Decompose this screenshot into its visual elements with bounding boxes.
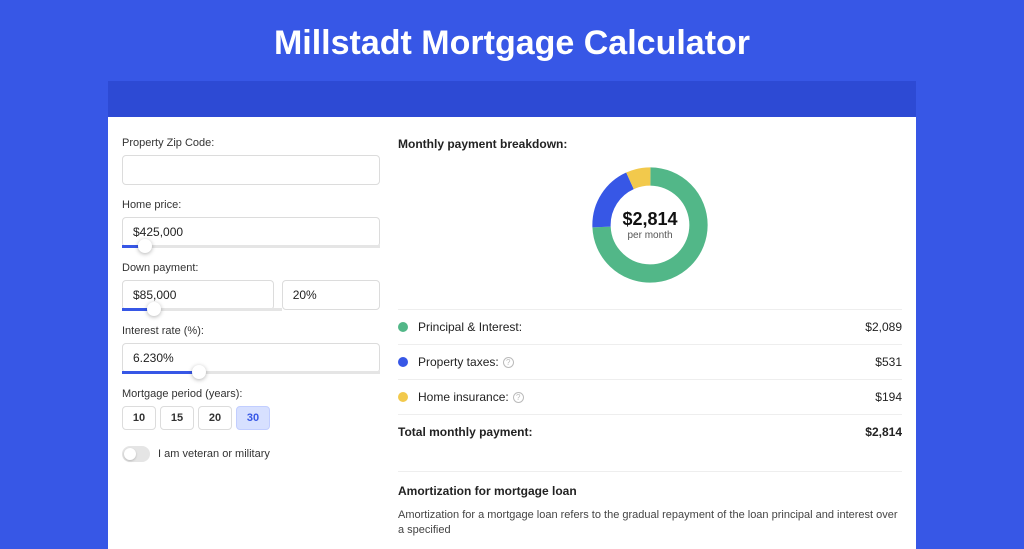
home-price-input[interactable]: [122, 217, 380, 247]
breakdown-row: Property taxes: ?$531: [398, 344, 902, 379]
donut-chart: $2,814 per month: [586, 161, 714, 289]
down-payment-amount-input[interactable]: [122, 280, 274, 310]
breakdown-total-label: Total monthly payment:: [398, 425, 865, 439]
breakdown-list: Principal & Interest: $2,089Property tax…: [398, 309, 902, 414]
down-payment-percent-input[interactable]: [282, 280, 380, 310]
veteran-toggle-row: I am veteran or military: [122, 446, 380, 462]
info-icon[interactable]: ?: [503, 357, 514, 368]
period-button-10[interactable]: 10: [122, 406, 156, 430]
amortization-text: Amortization for a mortgage loan refers …: [398, 508, 902, 539]
period-button-20[interactable]: 20: [198, 406, 232, 430]
interest-label: Interest rate (%):: [122, 325, 380, 337]
interest-input[interactable]: [122, 343, 380, 373]
breakdown-total-row: Total monthly payment: $2,814: [398, 414, 902, 449]
calculator-card: Property Zip Code: Home price: Down paym…: [108, 117, 916, 549]
legend-dot: [398, 392, 408, 402]
period-label: Mortgage period (years):: [122, 388, 380, 400]
legend-dot: [398, 322, 408, 332]
breakdown-item-label: Principal & Interest:: [418, 320, 865, 334]
zip-field-group: Property Zip Code:: [122, 137, 380, 185]
period-options: 10152030: [122, 406, 380, 430]
donut-sublabel: per month: [622, 230, 677, 241]
down-payment-slider[interactable]: [122, 308, 282, 311]
home-price-label: Home price:: [122, 199, 380, 211]
breakdown-row: Principal & Interest: $2,089: [398, 309, 902, 344]
breakdown-column: Monthly payment breakdown: $2,814 per mo…: [398, 137, 902, 539]
interest-slider[interactable]: [122, 371, 380, 374]
breakdown-row: Home insurance: ?$194: [398, 379, 902, 414]
breakdown-total-value: $2,814: [865, 425, 902, 439]
info-icon[interactable]: ?: [513, 392, 524, 403]
home-price-field-group: Home price:: [122, 199, 380, 248]
zip-label: Property Zip Code:: [122, 137, 380, 149]
breakdown-item-label: Home insurance: ?: [418, 390, 875, 404]
breakdown-item-label: Property taxes: ?: [418, 355, 875, 369]
page-title: Millstadt Mortgage Calculator: [0, 0, 1024, 81]
inputs-column: Property Zip Code: Home price: Down paym…: [122, 137, 380, 539]
breakdown-item-value: $531: [875, 355, 902, 369]
donut-center: $2,814 per month: [622, 209, 677, 241]
breakdown-item-value: $2,089: [865, 320, 902, 334]
down-payment-field-group: Down payment:: [122, 262, 380, 311]
breakdown-item-value: $194: [875, 390, 902, 404]
interest-field-group: Interest rate (%):: [122, 325, 380, 374]
amortization-title: Amortization for mortgage loan: [398, 471, 902, 498]
donut-amount: $2,814: [622, 209, 677, 230]
period-button-15[interactable]: 15: [160, 406, 194, 430]
veteran-label: I am veteran or military: [158, 448, 270, 460]
donut-chart-wrap: $2,814 per month: [398, 161, 902, 289]
period-button-30[interactable]: 30: [236, 406, 270, 430]
zip-input[interactable]: [122, 155, 380, 185]
header-accent-bar: [108, 81, 916, 117]
period-field-group: Mortgage period (years): 10152030: [122, 388, 380, 430]
veteran-toggle[interactable]: [122, 446, 150, 462]
breakdown-title: Monthly payment breakdown:: [398, 137, 902, 151]
home-price-slider[interactable]: [122, 245, 380, 248]
legend-dot: [398, 357, 408, 367]
down-payment-label: Down payment:: [122, 262, 380, 274]
